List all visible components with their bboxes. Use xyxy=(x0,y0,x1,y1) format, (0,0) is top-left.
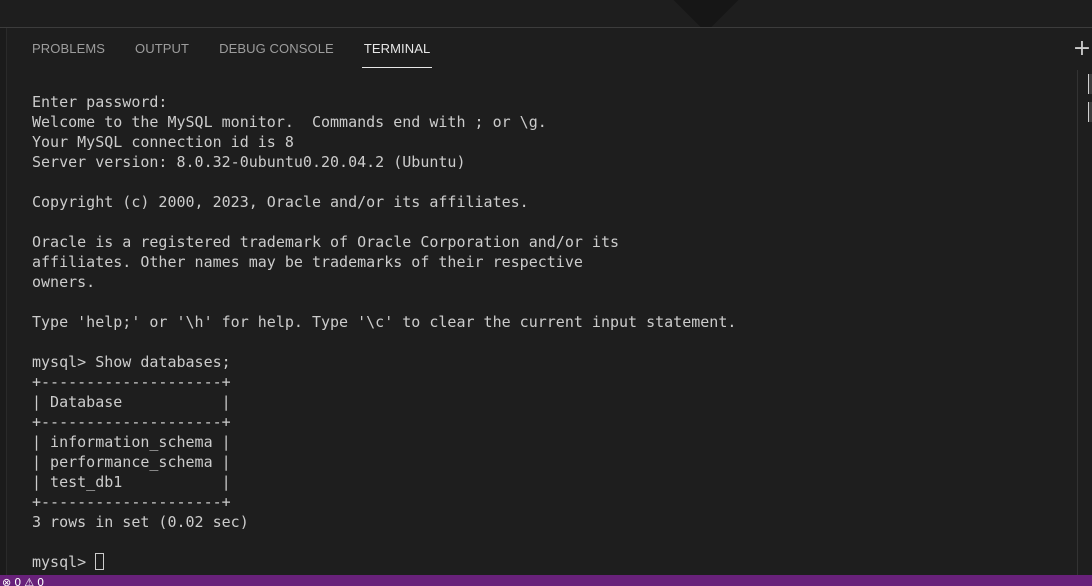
terminal-prompt: mysql> xyxy=(32,553,96,571)
terminal-lines: Enter password: Welcome to the MySQL moni… xyxy=(32,92,1072,552)
terminal-line: | test_db1 | xyxy=(32,473,231,491)
activity-edge xyxy=(0,28,7,575)
terminal-line: Oracle is a registered trademark of Orac… xyxy=(32,233,619,251)
warning-triangle-icon: ⚠ xyxy=(24,576,35,586)
terminal-line: mysql> Show databases; xyxy=(32,353,231,371)
tab-terminal[interactable]: TERMINAL xyxy=(361,28,432,70)
terminal-line: Copyright (c) 2000, 2023, Oracle and/or … xyxy=(32,193,529,211)
terminal-line: | Database | xyxy=(32,393,231,411)
editor-area xyxy=(0,0,1092,28)
terminal-scrollbar[interactable] xyxy=(1077,70,1092,575)
tab-debug-console[interactable]: DEBUG CONSOLE xyxy=(219,28,334,70)
terminal-line: | information_schema | xyxy=(32,433,231,451)
terminal-line: 3 rows in set (0.02 sec) xyxy=(32,513,249,531)
terminal-tab-marker-2[interactable] xyxy=(1088,102,1092,122)
terminal-line: Enter password: xyxy=(32,93,168,111)
tab-problems[interactable]: PROBLEMS xyxy=(32,28,105,70)
panel-tab-bar: PROBLEMS OUTPUT DEBUG CONSOLE TERMINAL xyxy=(32,28,460,70)
new-terminal-plus-icon[interactable]: + xyxy=(1072,36,1092,62)
terminal-line: +--------------------+ xyxy=(32,493,231,511)
tab-output[interactable]: OUTPUT xyxy=(135,28,189,70)
terminal-prompt-line[interactable]: mysql> xyxy=(32,552,1072,572)
terminal-tab-marker-1[interactable] xyxy=(1088,74,1092,94)
terminal-line: Server version: 8.0.32-0ubuntu0.20.04.2 … xyxy=(32,153,466,171)
terminal-line: Welcome to the MySQL monitor. Commands e… xyxy=(32,113,547,131)
terminal-cursor xyxy=(95,553,105,570)
terminal-line: | performance_schema | xyxy=(32,453,231,471)
status-bar: ⊗ 0 ⚠ 0 xyxy=(0,575,1092,586)
terminal-line: Type 'help;' or '\h' for help. Type '\c'… xyxy=(32,313,737,331)
terminal-line: +--------------------+ xyxy=(32,373,231,391)
status-problems[interactable]: ⊗ 0 ⚠ 0 xyxy=(2,576,47,586)
vscode-window: PROBLEMS OUTPUT DEBUG CONSOLE TERMINAL +… xyxy=(0,0,1092,586)
errors-count: 0 xyxy=(14,576,22,586)
warnings-count: 0 xyxy=(37,576,45,586)
terminal-line: +--------------------+ xyxy=(32,413,231,431)
terminal-output[interactable]: Enter password: Welcome to the MySQL moni… xyxy=(32,92,1072,572)
vscode-watermark-logo xyxy=(663,0,749,27)
terminal-line: affiliates. Other names may be trademark… xyxy=(32,253,583,271)
terminal-line: owners. xyxy=(32,273,96,291)
error-circle-icon: ⊗ xyxy=(2,576,12,586)
terminal-line: Your MySQL connection id is 8 xyxy=(32,133,294,151)
